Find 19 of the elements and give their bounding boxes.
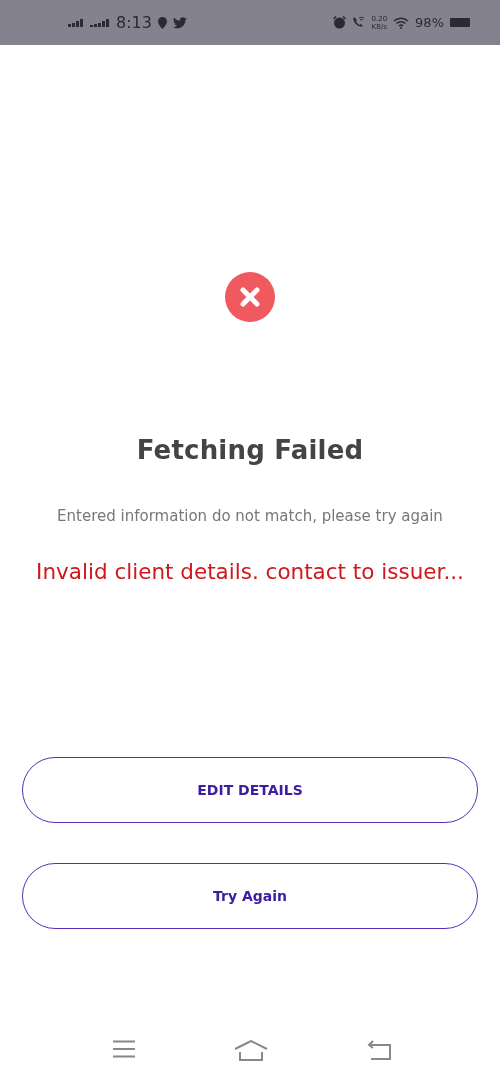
result-message: Entered information do not match, please try again xyxy=(57,507,443,525)
battery-icon xyxy=(450,18,470,27)
edit-details-button[interactable]: EDIT DETAILS xyxy=(22,757,478,823)
battery-percent: 98% xyxy=(415,15,444,30)
signal-icon xyxy=(68,18,84,27)
error-message: Invalid client details. contact to issuer... xyxy=(36,559,464,584)
wifi-call-icon xyxy=(351,16,366,29)
result-title: Fetching Failed xyxy=(136,435,364,465)
menu-icon[interactable] xyxy=(112,1040,136,1058)
clock-time: 8:13 xyxy=(116,13,152,32)
wifi-icon xyxy=(393,16,410,29)
back-icon[interactable] xyxy=(366,1040,392,1060)
signal-icon xyxy=(90,18,110,27)
error-icon xyxy=(225,272,275,322)
home-icon[interactable] xyxy=(234,1040,268,1062)
alarm-clock-icon xyxy=(332,16,346,29)
try-again-button[interactable]: Try Again xyxy=(22,863,478,929)
location-pin-icon xyxy=(157,16,167,29)
bird-icon xyxy=(172,16,187,29)
